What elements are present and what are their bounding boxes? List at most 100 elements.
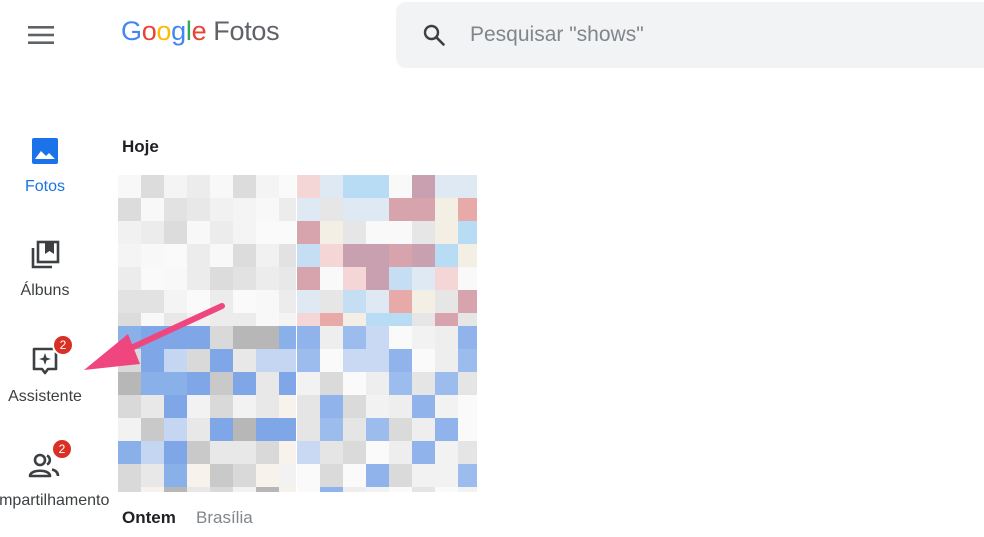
blur-pixel xyxy=(320,221,343,244)
blur-pixel xyxy=(256,198,279,221)
blur-pixel xyxy=(412,198,435,221)
photo-thumbnail[interactable] xyxy=(118,326,296,492)
blur-pixel xyxy=(458,267,477,290)
photo-thumbnail[interactable] xyxy=(297,326,477,492)
blur-pixel xyxy=(412,244,435,267)
blur-pixel xyxy=(343,267,366,290)
photo-thumbnail[interactable] xyxy=(297,175,477,333)
blur-pixel xyxy=(320,349,343,372)
blur-pixel xyxy=(164,418,187,441)
blur-pixel xyxy=(233,175,256,198)
sidebar-item-label: Compartilhamento xyxy=(0,492,110,509)
section-location: Brasília xyxy=(196,508,253,527)
blur-pixel xyxy=(210,244,233,267)
blur-pixel xyxy=(233,267,256,290)
blur-pixel xyxy=(389,418,412,441)
blur-pixel xyxy=(187,267,210,290)
blur-pixel xyxy=(164,267,187,290)
blur-pixel xyxy=(458,290,477,313)
blur-pixel xyxy=(389,441,412,464)
blur-pixel xyxy=(164,349,187,372)
blur-pixel xyxy=(458,441,477,464)
blur-pixel xyxy=(366,487,389,492)
blur-pixel xyxy=(458,221,477,244)
blur-pixel xyxy=(389,198,412,221)
blur-pixel xyxy=(412,372,435,395)
blur-pixel xyxy=(164,221,187,244)
assistant-icon: 2 xyxy=(28,334,74,378)
blur-pixel xyxy=(366,349,389,372)
blur-pixel xyxy=(458,395,477,418)
blur-pixel xyxy=(343,487,366,492)
blur-pixel xyxy=(297,244,320,267)
sidebar-item-compartilhamento[interactable]: 2 Compartilhamento xyxy=(0,438,109,510)
blur-pixel xyxy=(435,441,458,464)
blur-pixel xyxy=(233,290,256,313)
blur-pixel xyxy=(279,244,296,267)
blur-pixel xyxy=(279,464,296,487)
blur-pixel xyxy=(187,198,210,221)
blur-pixel xyxy=(366,372,389,395)
blur-pixel xyxy=(256,175,279,198)
main-menu-button[interactable] xyxy=(22,18,60,52)
google-fotos-logo[interactable]: Google Fotos xyxy=(121,16,280,52)
blur-pixel xyxy=(210,441,233,464)
blur-pixel xyxy=(435,290,458,313)
sidebar-item-assistente[interactable]: 2 Assistente xyxy=(0,334,90,406)
people-icon: 2 xyxy=(27,438,73,482)
logo-letter: g xyxy=(171,16,186,46)
sidebar-item-label: Fotos xyxy=(24,178,65,195)
sidebar-item-albuns[interactable]: Álbuns xyxy=(0,238,90,300)
blur-pixel xyxy=(320,487,343,492)
blur-pixel xyxy=(297,221,320,244)
blur-pixel xyxy=(187,349,210,372)
blur-pixel xyxy=(118,372,141,395)
blur-pixel xyxy=(233,464,256,487)
blur-pixel xyxy=(389,267,412,290)
blur-pixel xyxy=(118,418,141,441)
blur-pixel xyxy=(366,418,389,441)
search-icon[interactable] xyxy=(420,21,448,49)
blur-pixel xyxy=(141,441,164,464)
logo-letter: G xyxy=(121,16,142,46)
blur-pixel xyxy=(366,464,389,487)
blur-pixel xyxy=(279,175,296,198)
search-bar[interactable] xyxy=(396,2,984,68)
blur-pixel xyxy=(118,267,141,290)
blur-pixel xyxy=(164,198,187,221)
blur-pixel xyxy=(118,290,141,313)
blur-pixel xyxy=(233,487,256,492)
blur-pixel xyxy=(164,175,187,198)
blur-pixel xyxy=(343,464,366,487)
blur-pixel xyxy=(320,198,343,221)
blur-pixel xyxy=(233,441,256,464)
blur-pixel xyxy=(412,349,435,372)
blur-pixel xyxy=(210,198,233,221)
blur-pixel xyxy=(187,395,210,418)
blur-pixel xyxy=(187,441,210,464)
blur-pixel xyxy=(164,326,187,349)
blur-pixel xyxy=(256,326,279,349)
blur-pixel xyxy=(141,349,164,372)
blur-pixel xyxy=(164,244,187,267)
blur-pixel xyxy=(118,198,141,221)
blur-pixel xyxy=(279,290,296,313)
sidebar-item-fotos[interactable]: Fotos xyxy=(0,134,90,196)
blur-pixel xyxy=(412,487,435,492)
blur-pixel xyxy=(118,464,141,487)
blur-pixel xyxy=(210,175,233,198)
blur-pixel xyxy=(343,221,366,244)
blur-pixel xyxy=(187,464,210,487)
blur-pixel xyxy=(458,244,477,267)
photo-thumbnail[interactable] xyxy=(118,175,296,333)
blur-pixel xyxy=(366,395,389,418)
blur-pixel xyxy=(366,221,389,244)
blur-pixel xyxy=(343,198,366,221)
blur-pixel xyxy=(389,244,412,267)
blur-pixel xyxy=(343,395,366,418)
blur-pixel xyxy=(210,395,233,418)
blur-pixel xyxy=(164,441,187,464)
blur-pixel xyxy=(366,267,389,290)
blur-pixel xyxy=(435,267,458,290)
search-input[interactable] xyxy=(470,23,950,47)
